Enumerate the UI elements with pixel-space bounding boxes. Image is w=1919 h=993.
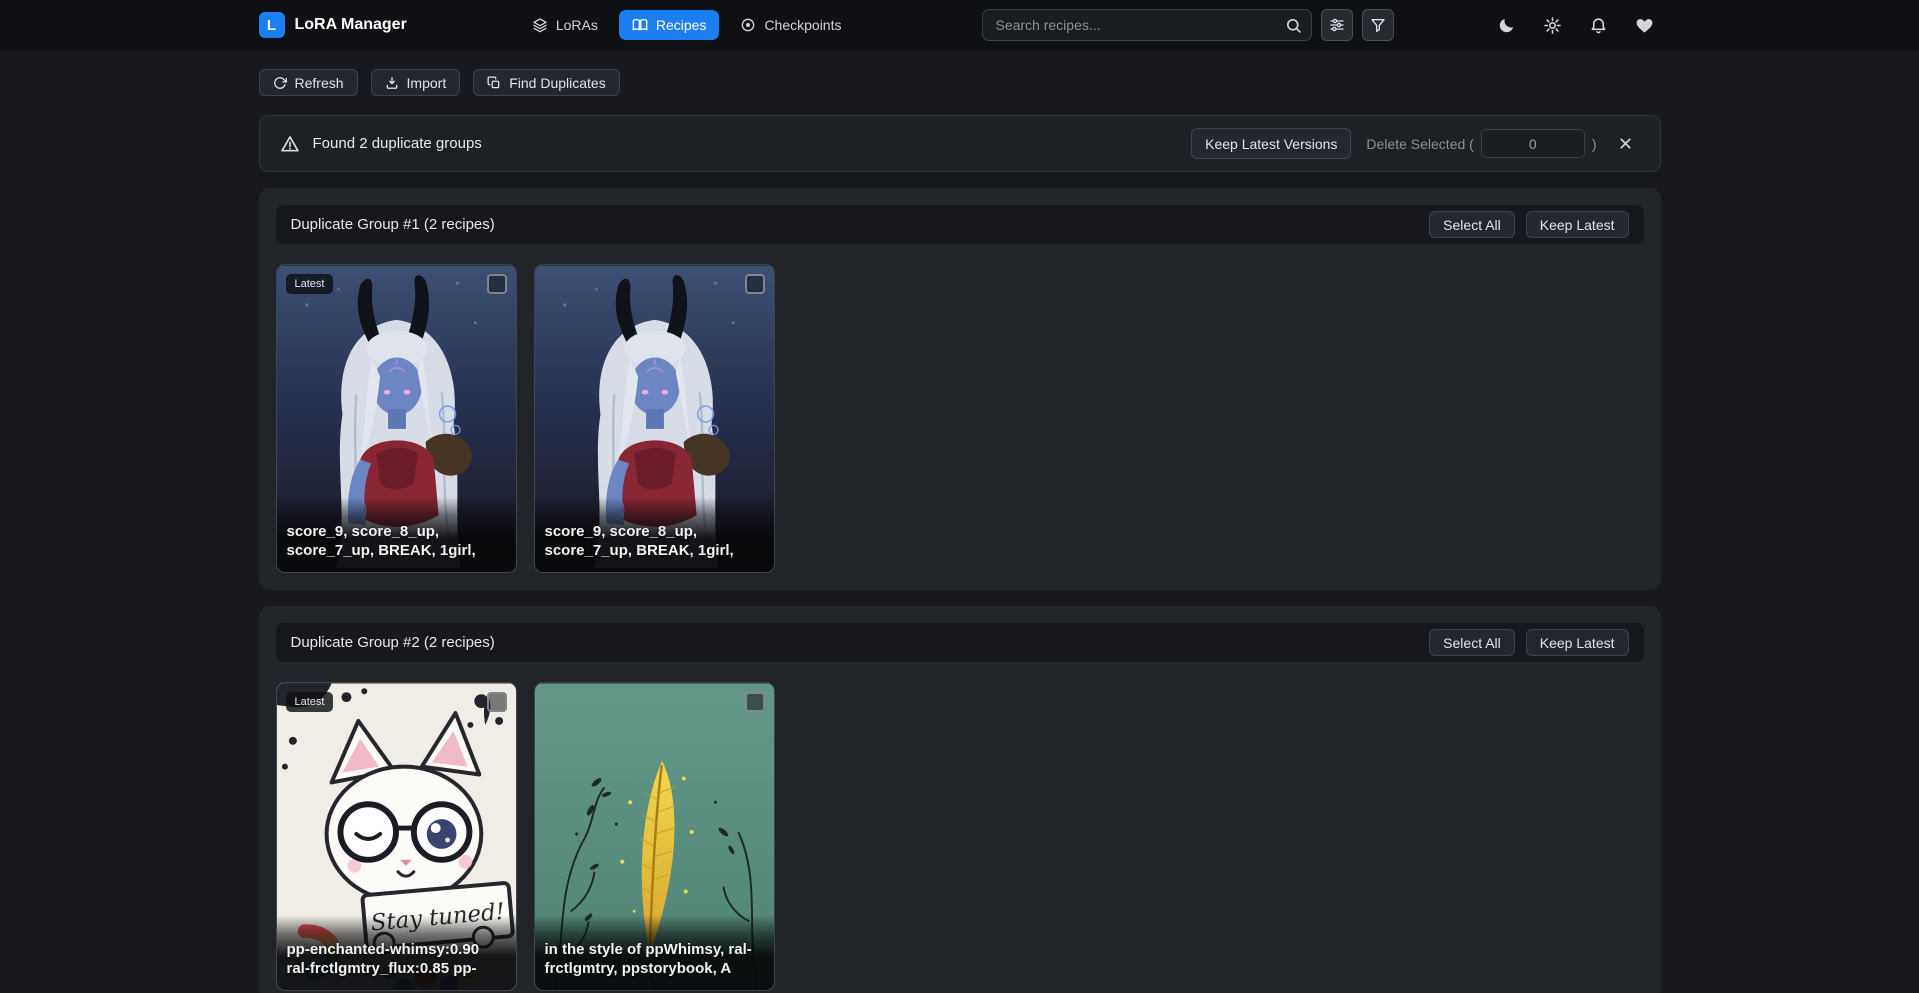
tab-label: Recipes (656, 17, 707, 33)
navbar: L LoRA Manager LoRAs Recipes Checkpoin (0, 0, 1919, 50)
recipe-checkbox[interactable] (487, 692, 507, 712)
moon-icon (1497, 16, 1516, 35)
keep-latest-versions-label: Keep Latest Versions (1205, 136, 1337, 152)
favorites-button[interactable] (1629, 9, 1661, 41)
recipe-caption: score_9, score_8_up, score_7_up, BREAK, … (277, 497, 516, 572)
bell-icon (1589, 16, 1608, 35)
heart-icon (1635, 16, 1654, 35)
import-button[interactable]: Import (371, 69, 461, 96)
sliders-icon (1329, 17, 1345, 33)
nav-icons (1491, 9, 1661, 41)
keep-latest-versions-button[interactable]: Keep Latest Versions (1191, 128, 1351, 159)
refresh-icon (273, 76, 287, 90)
brand: L LoRA Manager (259, 12, 407, 38)
duplicate-group-panel-2: Duplicate Group #2 (2 recipes) Select Al… (259, 606, 1661, 993)
checkpoints-icon (740, 17, 756, 33)
duplicates-banner: Found 2 duplicate groups Keep Latest Ver… (259, 115, 1661, 172)
find-duplicates-label: Find Duplicates (509, 75, 606, 91)
banner-message: Found 2 duplicate groups (313, 135, 482, 152)
tab-recipes[interactable]: Recipes (619, 10, 720, 40)
tab-checkpoints[interactable]: Checkpoints (727, 10, 854, 40)
select-all-button[interactable]: Select All (1429, 211, 1515, 238)
select-all-label: Select All (1443, 217, 1501, 233)
nav-tabs: LoRAs Recipes Checkpoints (519, 10, 855, 40)
app-logo: L (259, 12, 285, 38)
delete-selected-suffix: ) (1592, 136, 1597, 152)
recipes-icon (632, 17, 648, 33)
funnel-icon (1370, 17, 1386, 33)
import-label: Import (407, 75, 447, 91)
recipe-caption: in the style of ppWhimsy, ral-frctlgmtry… (535, 915, 774, 990)
search-button[interactable] (1278, 11, 1308, 39)
group-header: Duplicate Group #1 (2 recipes) Select Al… (276, 205, 1644, 244)
sliders-button[interactable] (1321, 9, 1353, 41)
card-row: Latest pp-enchanted-whimsy:0.90 ral-frct… (276, 682, 1644, 991)
search-icon (1285, 17, 1302, 34)
keep-latest-label: Keep Latest (1540, 217, 1615, 233)
import-icon (385, 76, 399, 90)
card-row: Latest score_9, score_8_up, score_7_up, … (276, 264, 1644, 573)
delete-selected-group: Delete Selected ( ) (1366, 129, 1596, 158)
copy-icon (487, 76, 501, 90)
recipe-card[interactable]: Latest pp-enchanted-whimsy:0.90 ral-frct… (276, 682, 517, 991)
delete-selected-label: Delete Selected ( (1366, 136, 1473, 152)
refresh-label: Refresh (295, 75, 344, 91)
warning-icon (280, 134, 300, 154)
brand-title: LoRA Manager (295, 16, 407, 34)
group-title: Duplicate Group #1 (2 recipes) (291, 216, 495, 233)
notifications-button[interactable] (1583, 9, 1615, 41)
search-group (982, 9, 1394, 41)
select-all-button[interactable]: Select All (1429, 629, 1515, 656)
main-content: Refresh Import Find Duplicates Found 2 d… (259, 69, 1661, 993)
keep-latest-button[interactable]: Keep Latest (1526, 211, 1629, 238)
recipe-card[interactable]: score_9, score_8_up, score_7_up, BREAK, … (534, 264, 775, 573)
recipe-caption: score_9, score_8_up, score_7_up, BREAK, … (535, 497, 774, 572)
latest-badge: Latest (286, 692, 334, 712)
theme-toggle-button[interactable] (1491, 9, 1523, 41)
group-title: Duplicate Group #2 (2 recipes) (291, 634, 495, 651)
gear-icon (1543, 16, 1562, 35)
tab-label: LoRAs (556, 17, 598, 33)
recipe-card[interactable]: in the style of ppWhimsy, ral-frctlgmtry… (534, 682, 775, 991)
filter-button[interactable] (1362, 9, 1394, 41)
recipe-card[interactable]: Latest score_9, score_8_up, score_7_up, … (276, 264, 517, 573)
latest-badge: Latest (286, 274, 334, 294)
tab-loras[interactable]: LoRAs (519, 10, 611, 40)
close-icon (1617, 135, 1634, 152)
keep-latest-label: Keep Latest (1540, 635, 1615, 651)
settings-button[interactable] (1537, 9, 1569, 41)
refresh-button[interactable]: Refresh (259, 69, 358, 96)
keep-latest-button[interactable]: Keep Latest (1526, 629, 1629, 656)
toolbar: Refresh Import Find Duplicates (259, 69, 1661, 96)
recipe-checkbox[interactable] (487, 274, 507, 294)
group-header: Duplicate Group #2 (2 recipes) Select Al… (276, 623, 1644, 662)
delete-count-input[interactable] (1481, 129, 1585, 158)
search-input[interactable] (982, 9, 1312, 41)
tab-label: Checkpoints (764, 17, 841, 33)
recipe-checkbox[interactable] (745, 274, 765, 294)
loras-icon (532, 17, 548, 33)
duplicate-group-panel-1: Duplicate Group #1 (2 recipes) Select Al… (259, 188, 1661, 590)
find-duplicates-button[interactable]: Find Duplicates (473, 69, 620, 96)
recipe-checkbox[interactable] (745, 692, 765, 712)
recipe-caption: pp-enchanted-whimsy:0.90 ral-frctlgmtry_… (277, 915, 516, 990)
select-all-label: Select All (1443, 635, 1501, 651)
banner-close-button[interactable] (1612, 130, 1640, 158)
